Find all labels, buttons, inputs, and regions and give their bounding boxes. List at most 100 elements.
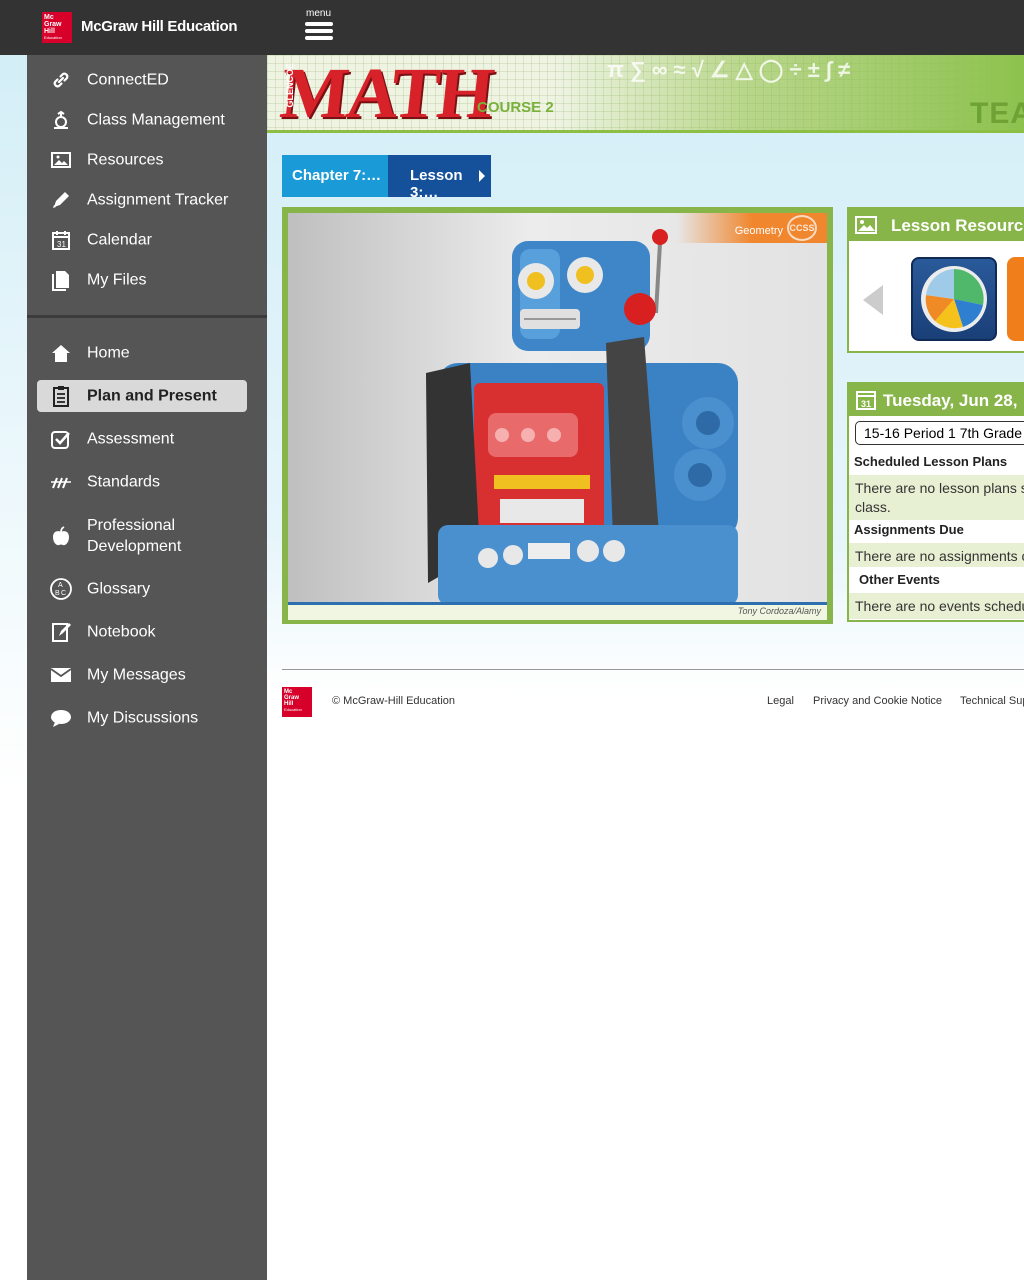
sidebar-item-home[interactable]: Home <box>37 337 247 369</box>
svg-text:A: A <box>58 582 63 589</box>
robot-illustration <box>426 229 738 602</box>
caret-right-icon <box>479 170 485 182</box>
sidebar-item-label: Assessment <box>87 430 175 448</box>
sidebar-item-resources[interactable]: Resources <box>37 144 247 176</box>
pencil-icon <box>53 192 69 208</box>
footer-link-legal[interactable]: Legal <box>767 695 794 707</box>
footer-link-technical-support[interactable]: Technical Sup <box>960 695 1024 707</box>
sidebar-item-standards[interactable]: Standards <box>37 466 247 498</box>
pie-chart-icon <box>921 266 987 332</box>
apple-icon <box>53 526 69 546</box>
menu-button[interactable]: menu <box>300 8 338 44</box>
sidebar-item-label: ConnectED <box>87 71 169 89</box>
sidebar-item-label: My Messages <box>87 666 186 684</box>
sidebar-item-label: Assignment Tracker <box>87 191 229 209</box>
clipboard-icon <box>53 386 69 407</box>
breadcrumb-lesson[interactable]: Lesson 3:… <box>388 155 491 201</box>
breadcrumb: Chapter 7:… Lesson 3:… <box>282 155 491 201</box>
envelope-icon <box>50 668 72 682</box>
apple-hand-icon <box>54 110 68 129</box>
sidebar-item-label: Glossary <box>87 580 151 598</box>
banner-title: MATH <box>276 55 496 133</box>
sidebar-item-professional-development[interactable]: Professional Development <box>37 509 247 563</box>
resource-tile-pie-chart[interactable] <box>911 257 997 341</box>
svg-text:B: B <box>55 590 60 597</box>
sidebar-divider <box>27 315 267 318</box>
sidebar: ConnectED Class Management Resources Ass… <box>27 55 267 1280</box>
calendar-icon: 31 <box>52 231 70 250</box>
calendar-icon: 31 <box>856 391 876 410</box>
banner-decoration: π ∑ ∞ ≈ √ ∠ △ ◯ ÷ ± ∫ ≠ <box>607 57 851 82</box>
sidebar-item-plan-and-present[interactable]: Plan and Present <box>37 380 247 412</box>
calendar-panel: 31 Tuesday, Jun 28, 15-16 Period 1 7th G… <box>847 382 1024 622</box>
page-margin <box>0 55 27 1280</box>
sidebar-item-label: Plan and Present <box>87 387 217 405</box>
banner-edition: TEA <box>970 97 1024 130</box>
svg-text:31: 31 <box>57 240 66 249</box>
files-icon <box>52 271 69 291</box>
class-select[interactable]: 15-16 Period 1 7th Grade <box>855 421 1024 445</box>
sidebar-item-label: Professional Development <box>87 517 182 555</box>
image-icon <box>855 216 877 234</box>
svg-text:C: C <box>61 590 66 597</box>
slashes-icon <box>51 477 71 489</box>
breadcrumb-lesson-label: Lesson 3:… <box>410 167 463 201</box>
sidebar-item-assignment-tracker[interactable]: Assignment Tracker <box>37 184 247 216</box>
sidebar-item-calendar[interactable]: 31 Calendar <box>37 224 247 256</box>
robot-photo: Geometry CCSS <box>288 213 827 605</box>
link-icon <box>53 72 69 88</box>
sidebar-item-label: Standards <box>87 473 160 491</box>
notebook-icon <box>52 623 71 642</box>
calendar-date: Tuesday, Jun 28, <box>883 391 1018 410</box>
svg-text:31: 31 <box>861 399 871 409</box>
home-icon <box>52 345 70 362</box>
mcgraw-hill-logo[interactable]: Mc Graw Hill Education <box>42 12 72 43</box>
banner-series: GLENCOE <box>285 63 295 108</box>
sidebar-item-label: My Discussions <box>87 709 199 727</box>
sidebar-item-connected[interactable]: ConnectED <box>37 64 247 96</box>
section-label-assignments: Assignments Due <box>854 522 964 537</box>
abc-icon: AB C <box>50 578 72 600</box>
sidebar-item-label: Resources <box>87 151 164 169</box>
sidebar-item-label: My Files <box>87 271 147 289</box>
section-label-lesson-plans: Scheduled Lesson Plans <box>854 454 1008 469</box>
sidebar-item-label: Notebook <box>87 623 156 641</box>
menu-label: menu <box>306 8 332 19</box>
footer-link-privacy[interactable]: Privacy and Cookie Notice <box>813 695 942 707</box>
checkbox-icon <box>51 431 70 449</box>
lesson-hero-image: Geometry CCSS Tony Cordoza/Alamy <box>282 207 833 624</box>
photo-credit: Tony Cordoza/Alamy <box>737 606 821 616</box>
sidebar-item-assessment[interactable]: Assessment <box>37 423 247 455</box>
sidebar-item-label: Home <box>87 344 130 362</box>
geometry-tag: Geometry CCSS <box>677 213 827 243</box>
image-icon <box>51 152 71 168</box>
speech-bubble-icon <box>51 710 71 727</box>
sidebar-item-class-management[interactable]: Class Management <box>37 104 247 136</box>
footer-copyright: © McGraw-Hill Education <box>332 695 456 707</box>
sidebar-item-my-files[interactable]: My Files <box>37 264 247 296</box>
sidebar-item-glossary[interactable]: ABC Glossary <box>37 573 247 605</box>
sidebar-item-my-discussions[interactable]: My Discussions <box>37 702 247 734</box>
footer-divider <box>282 669 1024 670</box>
course-banner: π ∑ ∞ ≈ √ ∠ △ ◯ ÷ ± ∫ ≠ MATH GLENCOE COU… <box>267 55 1024 133</box>
top-bar: Mc Graw Hill Education McGraw Hill Educatio… <box>0 0 1024 55</box>
sidebar-item-notebook[interactable]: Notebook <box>37 616 247 648</box>
lesson-resources-title: Lesson Resources <box>891 216 1024 235</box>
sidebar-item-my-messages[interactable]: My Messages <box>37 659 247 691</box>
other-events-note: There are no events schedu <box>849 593 1024 619</box>
section-label-other-events: Other Events <box>859 572 940 587</box>
carousel-prev-arrow-icon[interactable] <box>863 285 883 315</box>
brand-name[interactable]: McGraw Hill Education <box>81 18 238 35</box>
calendar-header: 31 Tuesday, Jun 28, <box>849 384 1024 416</box>
breadcrumb-chapter[interactable]: Chapter 7:… <box>282 155 397 197</box>
ccss-badge: CCSS <box>787 215 817 241</box>
sidebar-item-label: Class Management <box>87 111 225 129</box>
resource-tile-orange[interactable] <box>1007 257 1024 341</box>
footer-logo[interactable]: Mc Graw Hill Education <box>282 687 312 717</box>
lesson-resources-header: Lesson Resources <box>849 209 1024 241</box>
caption-strip: Tony Cordoza/Alamy <box>288 605 827 620</box>
lesson-plans-note: There are no lesson plans s class. <box>849 475 1024 520</box>
lesson-resources-panel: Lesson Resources <box>847 207 1024 353</box>
geometry-label: Geometry <box>734 225 783 237</box>
sidebar-item-label: Calendar <box>87 231 152 249</box>
